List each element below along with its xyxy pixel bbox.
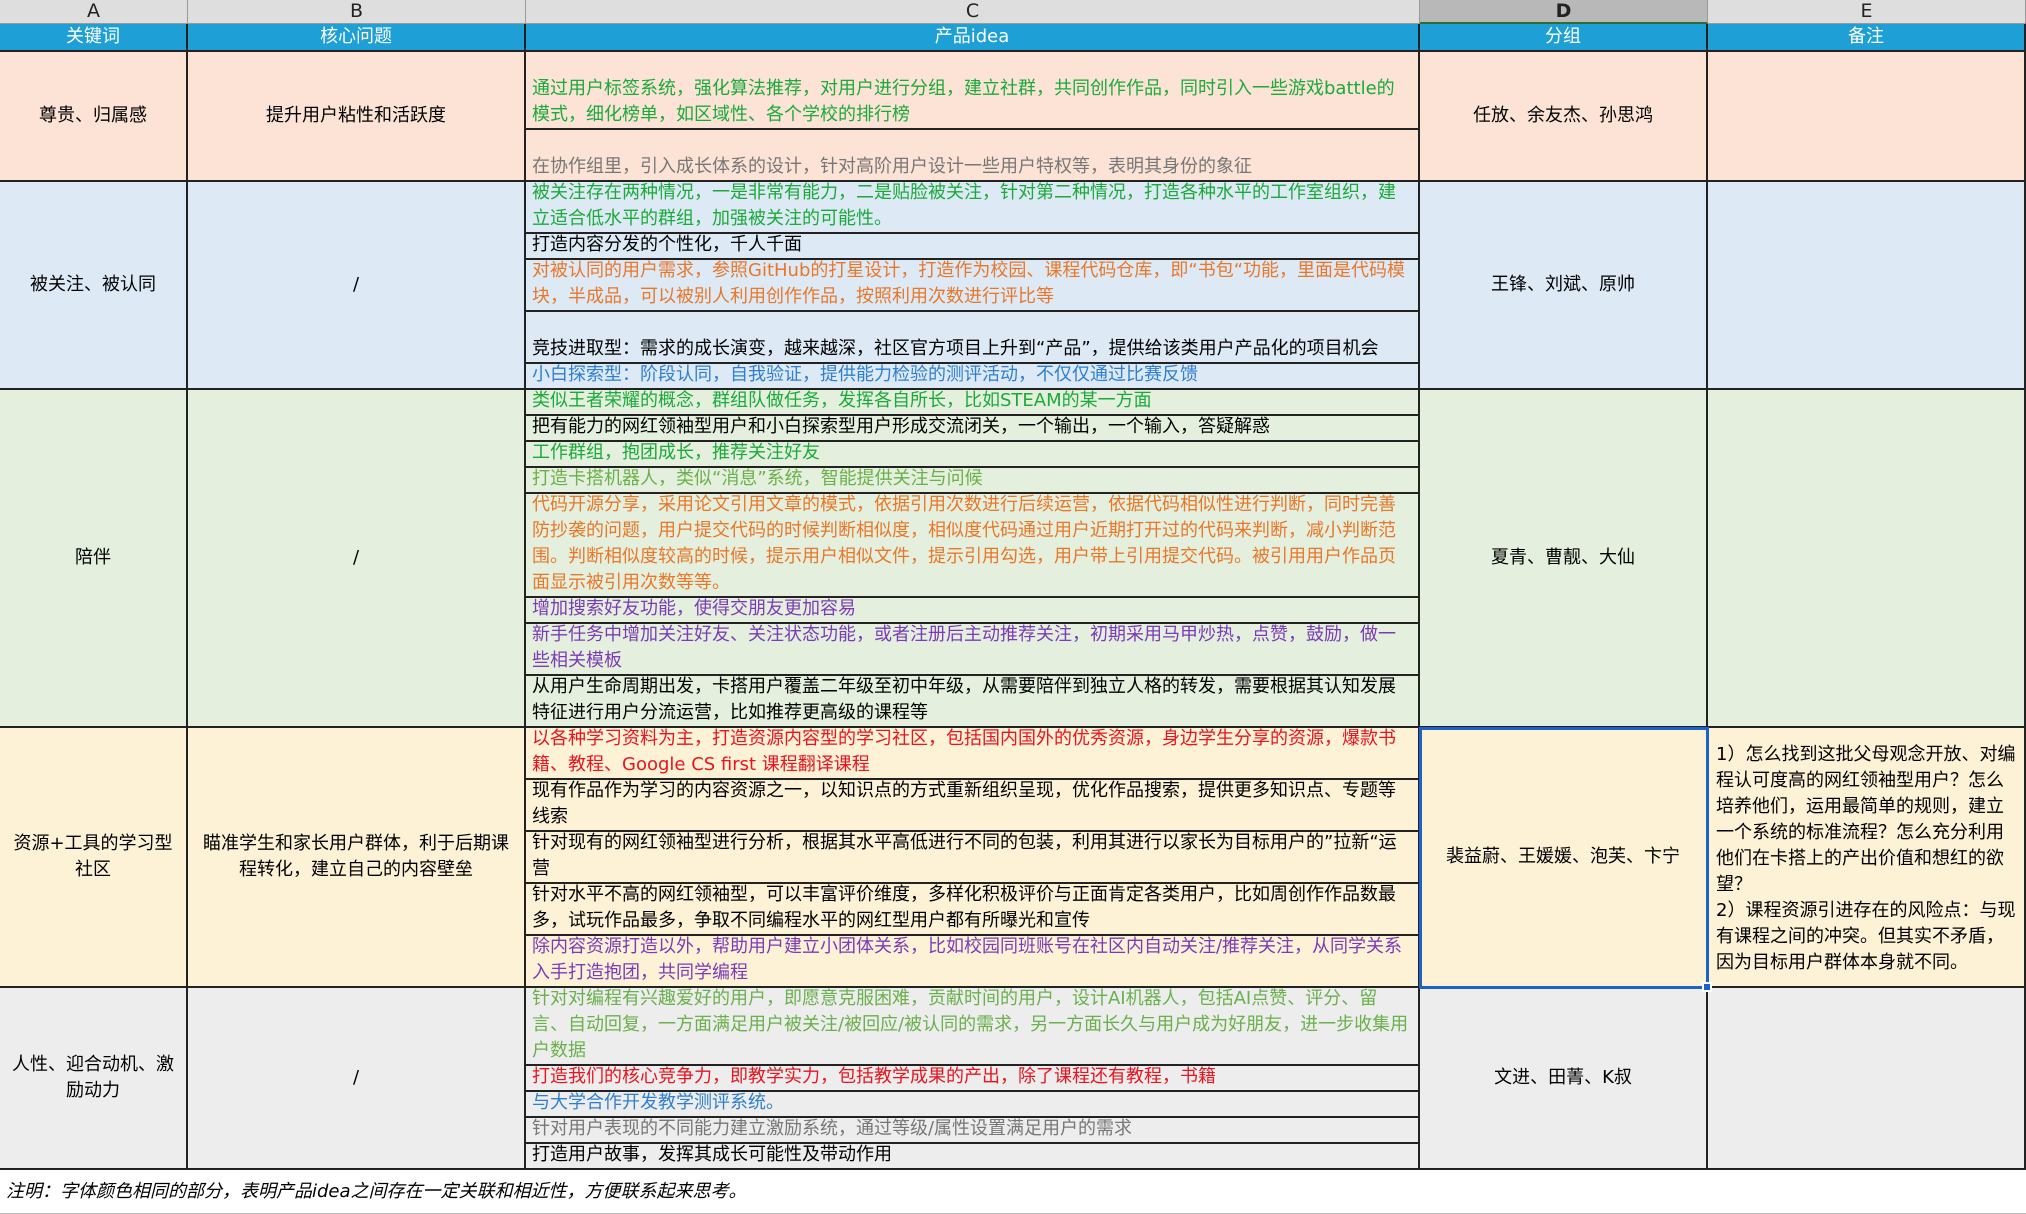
core-question-cell[interactable]: 瞄准学生和家长用户群体，利于后期课程转化，建立自己的内容壁垒 (188, 728, 526, 988)
note-cell[interactable] (1708, 52, 2026, 182)
idea-text: 通过用户标签系统，强化算法推荐，对用户进行分组，建立社群，共同创作作品，同时引入… (532, 78, 1395, 125)
idea-text: 代码开源分享，采用论文引用文章的模式，依据引用次数进行后续运营，依据代码相似性进… (532, 494, 1396, 593)
note-cell[interactable]: 1）怎么找到这批父母观念开放、对编程认可度高的网红领袖型用户？怎么培养他们，运用… (1708, 728, 2026, 988)
idea-text: 小白探索型：阶段认同，自我验证，提供能力检验的测评活动，不仅仅通过比赛反馈 (532, 364, 1198, 385)
idea-text: 打造卡搭机器人，类似“消息”系统，智能提供关注与问候 (532, 468, 983, 489)
idea-text: 对被认同的用户需求，参照GitHub的打星设计，打造作为校园、课程代码仓库，即“… (532, 260, 1406, 307)
idea-text: 工作群组，抱团成长，推荐关注好友 (532, 442, 820, 463)
idea-text: 从用户生命周期出发，卡搭用户覆盖二年级至初中年级，从需要陪伴到独立人格的转发，需… (532, 676, 1396, 723)
idea-text: 针对对编程有兴趣爱好的用户，即愿意克服困难，贡献时间的用户，设计AI机器人，包括… (532, 988, 1409, 1061)
idea-text: 除内容资源打造以外，帮助用户建立小团体关系，比如校园同班账号在社区内自动关注/推… (532, 936, 1403, 983)
idea-cell[interactable]: 打造用户故事，发挥其成长可能性及带动作用 (526, 1144, 1420, 1170)
group-cell[interactable]: 任放、余友杰、孙思鸿 (1420, 52, 1708, 182)
idea-cell[interactable]: 代码开源分享，采用论文引用文章的模式，依据引用次数进行后续运营，依据代码相似性进… (526, 494, 1420, 598)
idea-text: 打造内容分发的个性化，千人千面 (532, 234, 802, 255)
idea-cell[interactable]: 针对现有的网红领袖型进行分析，根据其水平高低进行不同的包装，利用其进行以家长为目… (526, 832, 1420, 884)
idea-cell[interactable]: 与大学合作开发教学测评系统。 (526, 1092, 1420, 1118)
idea-text: 打造我们的核心竞争力，即教学实力，包括教学成果的产出，除了课程还有教程，书籍 (532, 1066, 1216, 1087)
idea-cell[interactable]: 打造内容分发的个性化，千人千面 (526, 234, 1420, 260)
idea-text: 竞技进取型：需求的成长演变，越来越深，社区官方项目上升到“产品”，提供给该类用户… (532, 338, 1379, 359)
header-cell-5[interactable]: 备注 (1708, 24, 2026, 52)
idea-cell[interactable]: 在协作组里，引入成长体系的设计，针对高阶用户设计一些用户特权等，表明其身份的象征 (526, 130, 1420, 182)
core-question-cell[interactable]: / (188, 390, 526, 728)
idea-cell[interactable]: 针对水平不高的网红领袖型，可以丰富评价维度，多样化积极评价与正面肯定各类用户，比… (526, 884, 1420, 936)
idea-cell[interactable]: 把有能力的网红领袖型用户和小白探索型用户形成交流闭关，一个输出，一个输入，答疑解… (526, 416, 1420, 442)
idea-text: 新手任务中增加关注好友、关注状态功能，或者注册后主动推荐关注，初期采用马甲炒热，… (532, 624, 1396, 671)
column-header-e[interactable]: E (1708, 0, 2026, 24)
core-question-cell[interactable]: 提升用户粘性和活跃度 (188, 52, 526, 182)
idea-cell[interactable]: 新手任务中增加关注好友、关注状态功能，或者注册后主动推荐关注，初期采用马甲炒热，… (526, 624, 1420, 676)
group-cell[interactable]: 文进、田菁、K叔 (1420, 988, 1708, 1170)
header-cell-2[interactable]: 核心问题 (188, 24, 526, 52)
idea-cell[interactable]: 通过用户标签系统，强化算法推荐，对用户进行分组，建立社群，共同创作作品，同时引入… (526, 52, 1420, 130)
idea-cell[interactable]: 对被认同的用户需求，参照GitHub的打星设计，打造作为校园、课程代码仓库，即“… (526, 260, 1420, 312)
idea-cell[interactable]: 从用户生命周期出发，卡搭用户覆盖二年级至初中年级，从需要陪伴到独立人格的转发，需… (526, 676, 1420, 728)
keyword-cell[interactable]: 陪伴 (0, 390, 188, 728)
idea-cell[interactable]: 针对对编程有兴趣爱好的用户，即愿意克服困难，贡献时间的用户，设计AI机器人，包括… (526, 988, 1420, 1066)
core-question-cell[interactable]: / (188, 988, 526, 1170)
note-cell[interactable] (1708, 988, 2026, 1170)
idea-text: 针对现有的网红领袖型进行分析，根据其水平高低进行不同的包装，利用其进行以家长为目… (532, 832, 1397, 879)
idea-cell[interactable]: 打造卡搭机器人，类似“消息”系统，智能提供关注与问候 (526, 468, 1420, 494)
keyword-cell[interactable]: 人性、迎合动机、激励动力 (0, 988, 188, 1170)
header-cell-3[interactable]: 产品idea (526, 24, 1420, 52)
idea-cell[interactable]: 工作群组，抱团成长，推荐关注好友 (526, 442, 1420, 468)
column-header-b[interactable]: B (188, 0, 526, 24)
idea-text: 以各种学习资料为主，打造资源内容型的学习社区，包括国内国外的优秀资源，身边学生分… (532, 728, 1396, 775)
note-cell[interactable] (1708, 390, 2026, 728)
idea-cell[interactable]: 除内容资源打造以外，帮助用户建立小团体关系，比如校园同班账号在社区内自动关注/推… (526, 936, 1420, 988)
keyword-cell[interactable]: 尊贵、归属感 (0, 52, 188, 182)
keyword-cell[interactable]: 被关注、被认同 (0, 182, 188, 390)
idea-cell[interactable]: 打造我们的核心竞争力，即教学实力，包括教学成果的产出，除了课程还有教程，书籍 (526, 1066, 1420, 1092)
idea-cell[interactable]: 类似王者荣耀的概念，群组队做任务，发挥各自所长，比如STEAM的某一方面 (526, 390, 1420, 416)
note-cell[interactable] (1708, 182, 2026, 390)
group-cell[interactable]: 王锋、刘斌、原帅 (1420, 182, 1708, 390)
idea-text: 在协作组里，引入成长体系的设计，针对高阶用户设计一些用户特权等，表明其身份的象征 (532, 156, 1252, 177)
group-cell[interactable]: 夏青、曹靓、大仙 (1420, 390, 1708, 728)
idea-text: 针对用户表现的不同能力建立激励系统，通过等级/属性设置满足用户的需求 (532, 1118, 1133, 1139)
footnote: 注明：字体颜色相同的部分，表明产品idea之间存在一定关联和相近性，方便联系起来… (0, 1170, 2026, 1214)
column-header-d[interactable]: D (1420, 0, 1708, 24)
idea-text: 类似王者荣耀的概念，群组队做任务，发挥各自所长，比如STEAM的某一方面 (532, 390, 1152, 411)
idea-cell[interactable]: 现有作品作为学习的内容资源之一，以知识点的方式重新组织呈现，优化作品搜索，提供更… (526, 780, 1420, 832)
header-cell-1[interactable]: 关键词 (0, 24, 188, 52)
idea-cell[interactable]: 被关注存在两种情况，一是非常有能力，二是贴脸被关注，针对第二种情况，打造各种水平… (526, 182, 1420, 234)
column-header-c[interactable]: C (526, 0, 1420, 24)
spreadsheet: A B C D E 关键词 核心问题 产品idea 分组 备注尊贵、归属感 提升用户粘性和活跃度 通过… (0, 0, 2026, 1214)
core-question-cell[interactable]: / (188, 182, 526, 390)
idea-cell[interactable]: 以各种学习资料为主，打造资源内容型的学习社区，包括国内国外的优秀资源，身边学生分… (526, 728, 1420, 780)
header-cell-4[interactable]: 分组 (1420, 24, 1708, 52)
idea-text: 针对水平不高的网红领袖型，可以丰富评价维度，多样化积极评价与正面肯定各类用户，比… (532, 884, 1396, 931)
group-cell[interactable]: 裴益蔚、王媛媛、泡芙、卞宁 (1420, 728, 1708, 988)
idea-text: 增加搜索好友功能，使得交朋友更加容易 (532, 598, 856, 619)
idea-text: 把有能力的网红领袖型用户和小白探索型用户形成交流闭关，一个输出，一个输入，答疑解… (532, 416, 1270, 437)
idea-cell[interactable]: 竞技进取型：需求的成长演变，越来越深，社区官方项目上升到“产品”，提供给该类用户… (526, 312, 1420, 364)
idea-cell[interactable]: 小白探索型：阶段认同，自我验证，提供能力检验的测评活动，不仅仅通过比赛反馈 (526, 364, 1420, 390)
keyword-cell[interactable]: 资源+工具的学习型社区 (0, 728, 188, 988)
idea-text: 与大学合作开发教学测评系统。 (532, 1092, 784, 1113)
column-header-a[interactable]: A (0, 0, 188, 24)
idea-cell[interactable]: 增加搜索好友功能，使得交朋友更加容易 (526, 598, 1420, 624)
idea-text: 现有作品作为学习的内容资源之一，以知识点的方式重新组织呈现，优化作品搜索，提供更… (532, 780, 1396, 827)
idea-text: 被关注存在两种情况，一是非常有能力，二是贴脸被关注，针对第二种情况，打造各种水平… (532, 182, 1396, 229)
idea-cell[interactable]: 针对用户表现的不同能力建立激励系统，通过等级/属性设置满足用户的需求 (526, 1118, 1420, 1144)
fill-handle[interactable] (1702, 982, 1712, 992)
idea-text: 打造用户故事，发挥其成长可能性及带动作用 (532, 1144, 892, 1165)
